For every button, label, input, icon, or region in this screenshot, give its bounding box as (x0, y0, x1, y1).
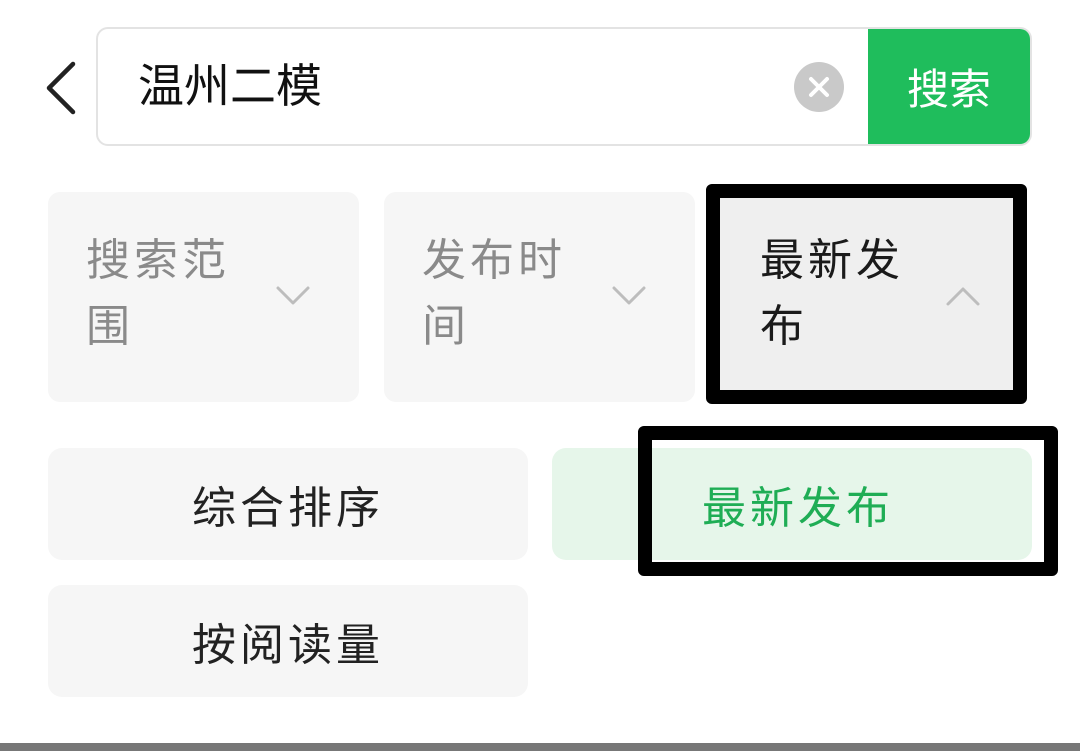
sort-option-latest[interactable]: 最新发布 (552, 448, 1032, 560)
filter-tab-publish-time[interactable]: 发布时间 (384, 192, 695, 402)
filter-tab-search-scope[interactable]: 搜索范围 (48, 192, 359, 402)
chevron-down-icon (276, 286, 310, 305)
chevron-left-icon (46, 61, 76, 115)
filter-tab-label: 搜索范围 (86, 235, 230, 352)
filter-tab-label: 最新发布 (760, 235, 904, 352)
sort-option-by-reads[interactable]: 按阅读量 (48, 585, 528, 697)
chevron-up-icon (946, 287, 980, 306)
search-input[interactable]: 温州二模 (98, 29, 798, 144)
filter-tab-label: 发布时间 (422, 235, 566, 352)
back-button[interactable] (30, 50, 90, 126)
search-button[interactable]: 搜索 (868, 29, 1030, 144)
filter-tab-latest[interactable]: 最新发布 (706, 184, 1027, 404)
close-icon (809, 77, 829, 97)
search-bar: 温州二模 搜索 (96, 27, 1032, 146)
sort-option-composite[interactable]: 综合排序 (48, 448, 528, 560)
chevron-down-icon (612, 286, 646, 305)
clear-search-button[interactable] (794, 62, 844, 112)
bottom-divider (0, 743, 1080, 751)
